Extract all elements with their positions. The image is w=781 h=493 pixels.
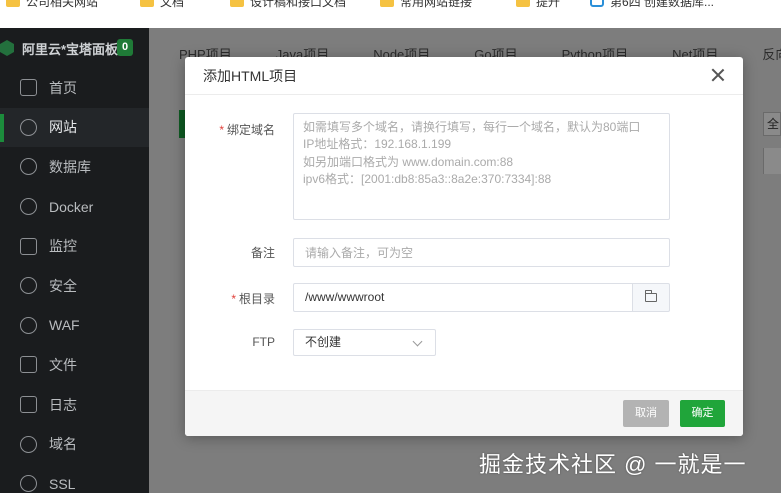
add-html-project-dialog: 添加HTML项目 * 绑定域名 如需填写多个域名，请换行填写，每行一个域名，默认为… [185, 57, 743, 436]
brand: 阿里云*宝塔面板 0 [0, 28, 149, 68]
root-dir-input[interactable]: /www/wwwroot [293, 283, 633, 312]
confirm-button[interactable]: 确定 [680, 400, 725, 427]
sidebar-item-home[interactable]: 首页 [0, 68, 149, 108]
dialog-footer: 取消 确定 [185, 390, 743, 436]
shield-icon [20, 277, 37, 295]
domain-icon [20, 435, 37, 453]
bookmark-folder[interactable]: 提升 [516, 0, 560, 10]
search-box[interactable] [763, 148, 781, 174]
dialog-title: 添加HTML项目 [203, 67, 298, 84]
cancel-button[interactable]: 取消 [623, 400, 669, 427]
sidebar-item-docker[interactable]: Docker [0, 187, 149, 227]
notification-badge[interactable]: 0 [117, 39, 134, 56]
remark-input[interactable] [293, 238, 670, 267]
sidebar-item-database[interactable]: 数据库 [0, 147, 149, 187]
root-dir-label: * 根目录 [231, 292, 275, 306]
sidebar-item-files[interactable]: 文件 [0, 345, 149, 385]
filter-select[interactable]: 全 [763, 112, 781, 136]
sidebar-item-logs[interactable]: 日志 [0, 385, 149, 425]
folder-icon [230, 0, 244, 7]
bookmark-folder[interactable]: 公司相关网站 [6, 0, 98, 10]
ftp-select[interactable]: 不创建 [293, 329, 436, 356]
sidebar-item-monitor[interactable]: 监控 [0, 226, 149, 266]
bookmark-folder[interactable]: 文档 [140, 0, 184, 10]
log-icon [20, 396, 37, 414]
bt-logo-icon [0, 40, 14, 56]
bookmark-page-icon [590, 0, 604, 7]
ssl-icon [20, 475, 37, 493]
remark-label: 备注 [250, 246, 275, 260]
folder-icon [20, 356, 37, 374]
close-icon[interactable] [709, 66, 727, 84]
watermark: 掘金技术社区 @ 一就是一 [479, 452, 747, 477]
bookmark-folder[interactable]: 常用网站链接 [380, 0, 472, 10]
sidebar-item-security[interactable]: 安全 [0, 266, 149, 306]
sidebar-item-domain[interactable]: 域名 [0, 424, 149, 464]
tab-reverse-proxy[interactable]: 反向代理 [762, 44, 781, 63]
folder-icon [516, 0, 530, 7]
chevron-down-icon [412, 336, 423, 347]
folder-icon [380, 0, 394, 7]
sidebar-item-waf[interactable]: WAF [0, 306, 149, 346]
ftp-label: FTP [252, 335, 275, 349]
folder-icon [6, 0, 20, 7]
database-icon [20, 158, 37, 176]
waf-icon [20, 316, 37, 334]
bookmark-link[interactable]: 第6四 创建数据库... [590, 0, 714, 10]
dialog-header: 添加HTML项目 [185, 57, 743, 95]
sidebar-item-website[interactable]: 网站 [0, 107, 149, 148]
monitor-icon [20, 237, 37, 255]
sidebar-item-ssl[interactable]: SSL [0, 464, 149, 493]
home-icon [20, 79, 37, 97]
folder-open-icon [645, 290, 657, 302]
folder-icon [140, 0, 154, 7]
brand-name: 阿里云*宝塔面板 [22, 41, 119, 57]
browse-folder-button[interactable] [632, 283, 670, 312]
domain-label: * 绑定域名 [219, 123, 275, 137]
docker-icon [20, 198, 37, 216]
bookmark-folder[interactable]: 设计稿和接口文档 [230, 0, 346, 10]
sidebar: 阿里云*宝塔面板 0 首页 网站 数据库 Docker 监控 安全 WAF 文件… [0, 28, 149, 493]
domain-textarea[interactable]: 如需填写多个域名，请换行填写，每行一个域名，默认为80端口 IP地址格式：192… [293, 113, 670, 220]
bookmarks-bar: 公司相关网站 文档 设计稿和接口文档 常用网站链接 提升 第6四 创建数据库..… [0, 0, 781, 28]
globe-icon [20, 118, 37, 136]
